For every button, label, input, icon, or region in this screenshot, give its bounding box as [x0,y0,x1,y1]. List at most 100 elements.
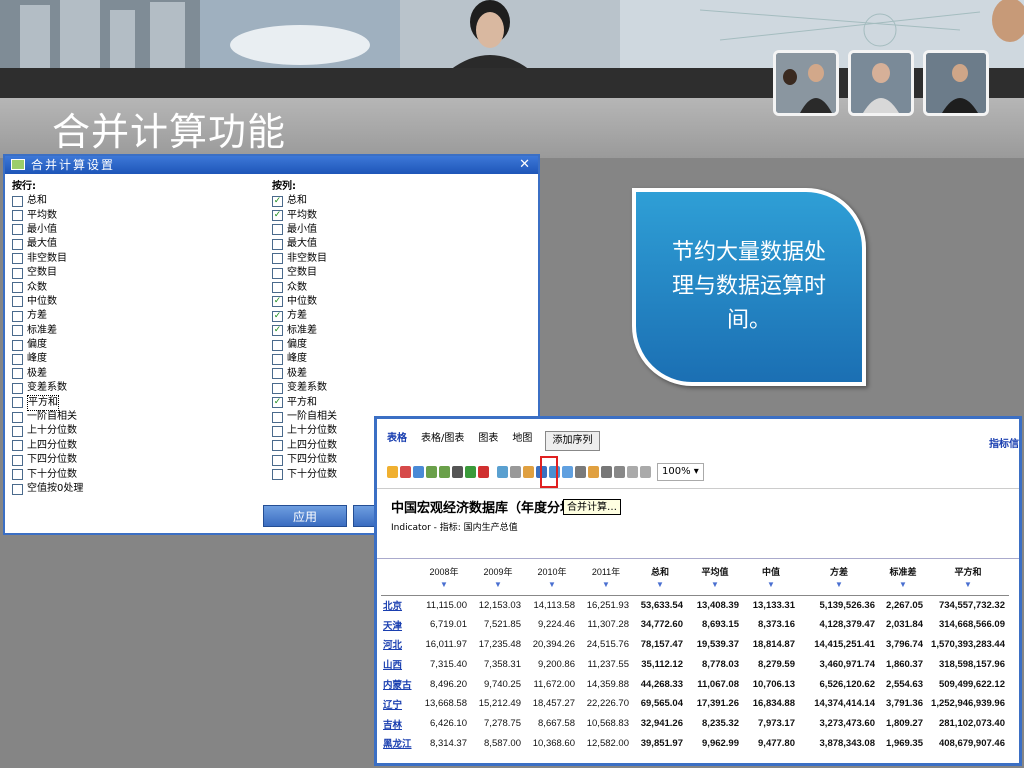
col-option[interactable]: 上十分位数 [272,424,337,438]
row-option[interactable]: 总和 [12,194,83,208]
region-link[interactable]: 吉林 [381,714,417,734]
checkbox[interactable] [272,425,283,437]
checkbox[interactable] [12,382,23,394]
col-option[interactable]: 最小值 [272,223,337,237]
row-option[interactable]: 空值按0处理 [12,482,83,496]
sort-arrow-icon[interactable]: ▼ [879,580,927,589]
checkbox[interactable] [12,224,23,236]
region-link[interactable]: 天津 [381,615,417,635]
checkbox[interactable] [12,353,23,365]
checkbox[interactable] [12,469,23,481]
col-option[interactable]: ✓ 总和 [272,194,337,208]
row-option[interactable]: 标准差 [12,324,83,338]
region-link[interactable]: 河北 [381,635,417,655]
sort-arrow-icon[interactable]: ▼ [799,580,879,589]
sort-arrow-icon[interactable]: ▼ [743,580,799,589]
checkbox[interactable] [272,238,283,250]
filter-icon[interactable] [510,466,521,478]
checkbox[interactable]: ✓ [272,195,283,207]
checkbox[interactable] [12,310,23,322]
row-option[interactable]: 方差 [12,309,83,323]
row-option[interactable]: 峰度 [12,352,83,366]
row-option[interactable]: 上四分位数 [12,439,83,453]
row-option[interactable]: 最小值 [12,223,83,237]
checkbox[interactable] [272,469,283,481]
column-header[interactable]: 方差 ▼ [799,563,879,596]
tab-table-chart[interactable]: 表格/图表 [421,429,464,444]
checkbox[interactable]: ✓ [272,325,283,337]
checkbox[interactable] [272,224,283,236]
row-option[interactable]: 中位数 [12,295,83,309]
checkbox[interactable]: ✓ [272,310,283,322]
checkbox[interactable] [12,296,23,308]
row-option[interactable]: 非空数目 [12,252,83,266]
checkbox[interactable] [12,282,23,294]
open-icon[interactable] [387,466,398,478]
col-option[interactable]: 峰度 [272,352,337,366]
checkbox[interactable] [272,411,283,423]
row-option[interactable]: 下十分位数 [12,467,83,481]
checkbox[interactable]: ✓ [272,397,283,409]
checkbox[interactable] [272,368,283,380]
checkbox[interactable] [12,195,23,207]
checkbox[interactable] [272,267,283,279]
sort-arrow-icon[interactable]: ▼ [633,580,687,589]
excel-icon[interactable] [465,466,476,478]
export-icon[interactable] [400,466,411,478]
checkbox[interactable] [272,382,283,394]
col-option[interactable]: ✓ 方差 [272,309,337,323]
sort-arrow-icon[interactable]: ▼ [525,580,579,589]
column-header[interactable]: 平均值 ▼ [687,563,743,596]
checkbox[interactable] [272,440,283,452]
decimal-increase-icon[interactable] [627,466,638,478]
sort-arrow-icon[interactable]: ▼ [417,580,471,589]
row-option[interactable]: 最大值 [12,237,83,251]
col-option[interactable]: 下十分位数 [272,467,337,481]
col-option[interactable]: ✓ 标准差 [272,324,337,338]
column-header[interactable]: 总和 ▼ [633,563,687,596]
checkbox[interactable] [12,368,23,380]
row-option[interactable]: 平方和 [12,394,83,411]
sort-arrow-icon[interactable]: ▼ [471,580,525,589]
format-icon[interactable] [575,466,586,478]
checkbox[interactable] [12,440,23,452]
col-option[interactable]: 众数 [272,280,337,294]
col-option[interactable]: 空数目 [272,266,337,280]
column-header[interactable]: 2011年 ▼ [579,563,633,596]
tab-map[interactable]: 地图 [512,429,532,444]
sort-arrow-icon[interactable]: ▼ [927,580,1009,589]
row-option[interactable]: 众数 [12,280,83,294]
column-header[interactable]: 平方和 ▼ [927,563,1009,596]
column-header[interactable]: 2008年 ▼ [417,563,471,596]
sort-arrow-icon[interactable]: ▼ [687,580,743,589]
col-option[interactable]: 非空数目 [272,252,337,266]
checkbox[interactable] [12,397,23,409]
row-option[interactable]: 变差系数 [12,381,83,395]
col-option[interactable]: 下四分位数 [272,453,337,467]
checkbox[interactable] [272,454,283,466]
tab-chart[interactable]: 图表 [478,429,498,444]
checkbox[interactable]: ✓ [272,296,283,308]
region-link[interactable]: 山西 [381,654,417,674]
checkbox[interactable]: ✓ [272,210,283,222]
checkbox[interactable] [12,267,23,279]
checkbox[interactable] [272,282,283,294]
row-option[interactable]: 平均数 [12,208,83,222]
checkbox[interactable] [12,425,23,437]
col-option[interactable]: 最大值 [272,237,337,251]
row-option[interactable]: 一阶自相关 [12,410,83,424]
percent-icon[interactable] [601,466,612,478]
checkbox[interactable] [12,210,23,222]
sort-arrow-icon[interactable]: ▼ [579,580,633,589]
redo-icon[interactable] [439,466,450,478]
region-link[interactable]: 黑龙江 [381,734,417,754]
checkbox[interactable] [12,253,23,265]
checkbox[interactable] [272,253,283,265]
indicator-info-link[interactable]: 指标信 [989,435,1019,450]
col-option[interactable]: 变差系数 [272,381,337,395]
transpose-icon[interactable] [497,466,508,478]
tab-table[interactable]: 表格 [387,429,407,444]
close-icon[interactable]: ✕ [519,156,532,174]
col-option[interactable]: ✓ 中位数 [272,295,337,309]
chart-icon[interactable] [562,466,573,478]
